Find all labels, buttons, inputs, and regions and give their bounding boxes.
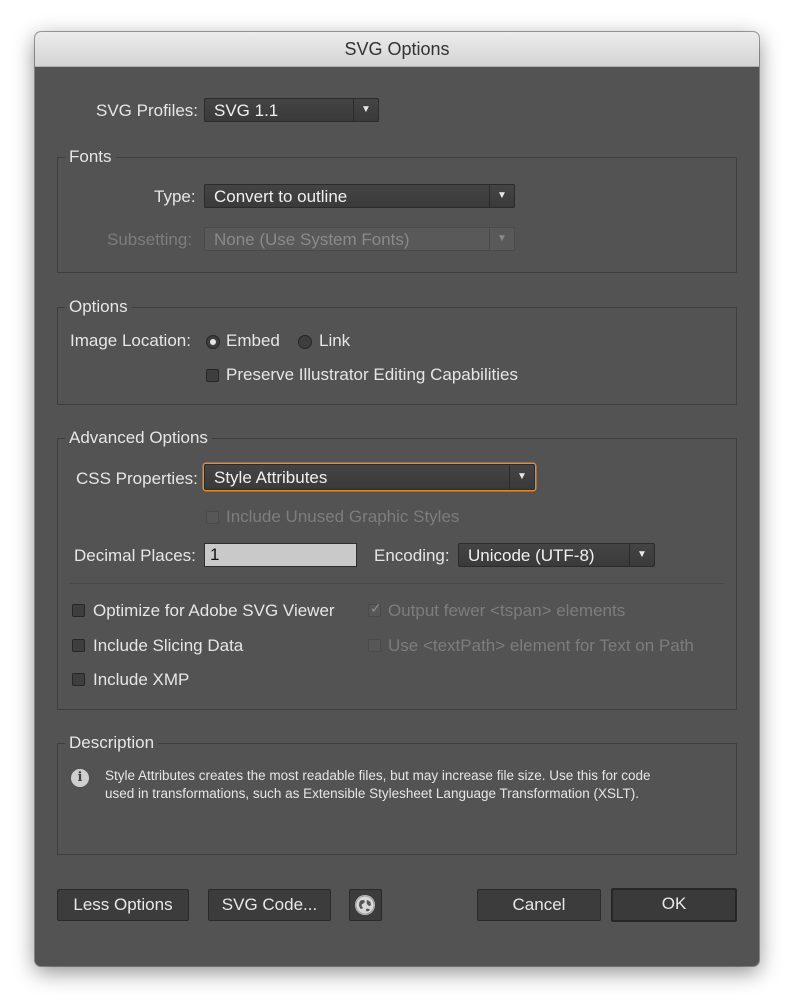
include-slicing-data-label: Include Slicing Data	[93, 636, 244, 655]
svg-profiles-label: SVG Profiles:	[96, 101, 199, 120]
decimal-places-input[interactable]: 1	[204, 543, 357, 567]
svg-options-dialog: SVG Options SVG Profiles: SVG 1.1 ▼ Font…	[35, 32, 759, 966]
include-unused-styles-checkbox	[206, 511, 219, 524]
decimal-places-label: Decimal Places:	[74, 546, 196, 565]
cancel-button[interactable]: Cancel	[477, 889, 601, 921]
web-button[interactable]	[349, 889, 382, 921]
ok-button[interactable]: OK	[611, 888, 737, 922]
chevron-down-icon: ▼	[629, 544, 654, 566]
output-fewer-tspan-label: Output fewer <tspan> elements	[388, 601, 626, 620]
embed-radio[interactable]	[206, 335, 220, 349]
include-unused-styles-label: Include Unused Graphic Styles	[226, 507, 460, 526]
dialog-title: SVG Options	[35, 32, 759, 67]
fonts-group	[57, 157, 737, 273]
include-xmp-checkbox[interactable]	[72, 673, 85, 686]
embed-label: Embed	[226, 331, 280, 350]
radio-selected-dot	[210, 339, 216, 345]
options-group	[57, 307, 737, 405]
css-properties-select[interactable]: Style Attributes ▼	[204, 464, 535, 490]
subsetting-value: None (Use System Fonts)	[214, 230, 410, 249]
encoding-value: Unicode (UTF-8)	[468, 546, 595, 565]
encoding-select[interactable]: Unicode (UTF-8) ▼	[458, 543, 655, 567]
encoding-label: Encoding:	[374, 546, 450, 565]
font-type-label: Type:	[154, 187, 196, 206]
description-line-2: used in transformations, such as Extensi…	[105, 786, 640, 801]
optimize-svg-viewer-label: Optimize for Adobe SVG Viewer	[93, 601, 335, 620]
chevron-down-icon: ▼	[353, 99, 378, 121]
use-textpath-label: Use <textPath> element for Text on Path	[388, 636, 694, 655]
css-properties-label: CSS Properties:	[76, 469, 198, 488]
divider	[70, 583, 724, 584]
less-options-button[interactable]: Less Options	[57, 889, 189, 921]
fonts-legend: Fonts	[65, 147, 116, 167]
font-type-select[interactable]: Convert to outline ▼	[204, 184, 515, 208]
output-fewer-tspan-checkbox: ✓	[368, 600, 382, 617]
checkmark-icon: ✓	[370, 600, 382, 616]
link-label: Link	[319, 331, 351, 350]
description-text: Style Attributes creates the most readab…	[105, 767, 730, 803]
chevron-down-icon: ▼	[509, 465, 534, 489]
subsetting-select: None (Use System Fonts) ▼	[204, 227, 515, 251]
optimize-svg-viewer-checkbox[interactable]	[72, 604, 85, 617]
advanced-options-legend: Advanced Options	[65, 428, 212, 448]
image-location-label: Image Location:	[70, 331, 191, 350]
chevron-down-icon: ▼	[489, 185, 514, 207]
svg-profiles-select[interactable]: SVG 1.1 ▼	[204, 98, 379, 122]
use-textpath-checkbox	[368, 639, 381, 652]
globe-icon	[355, 895, 375, 915]
description-line-1: Style Attributes creates the most readab…	[105, 768, 651, 783]
css-properties-value: Style Attributes	[214, 468, 328, 487]
description-legend: Description	[65, 733, 159, 753]
preserve-editing-checkbox[interactable]	[206, 369, 219, 382]
font-type-value: Convert to outline	[214, 187, 348, 206]
link-radio[interactable]	[298, 335, 312, 349]
options-legend: Options	[65, 297, 132, 317]
preserve-editing-label: Preserve Illustrator Editing Capabilitie…	[226, 365, 518, 384]
include-slicing-data-checkbox[interactable]	[72, 639, 85, 652]
svg-profiles-value: SVG 1.1	[214, 101, 279, 120]
info-icon: i	[71, 769, 89, 787]
subsetting-label: Subsetting:	[107, 230, 193, 249]
svg-code-button[interactable]: SVG Code...	[208, 889, 331, 921]
chevron-down-icon: ▼	[489, 228, 514, 250]
include-xmp-label: Include XMP	[93, 670, 190, 689]
